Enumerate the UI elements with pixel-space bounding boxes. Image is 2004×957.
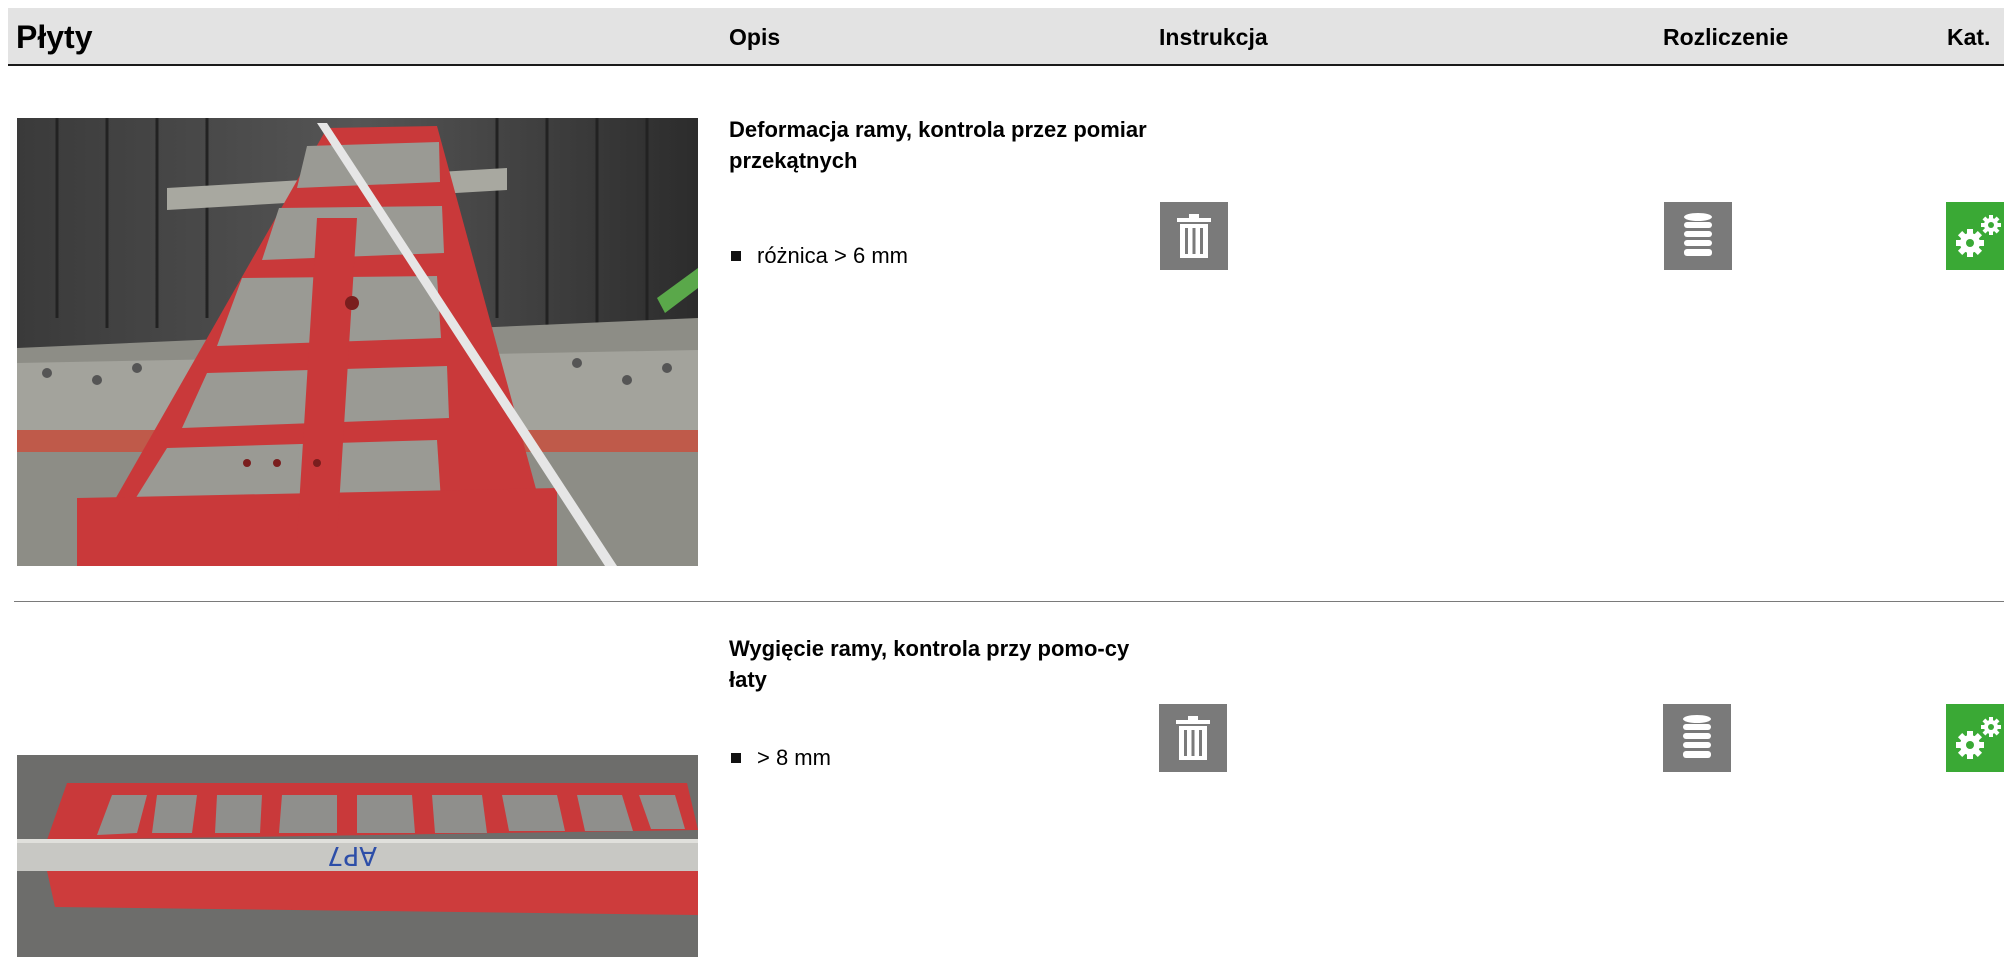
column-header-kat: Kat. (1947, 24, 1991, 50)
instruction-trash-button-2[interactable] (1159, 704, 1227, 772)
category-button-1[interactable] (1946, 202, 2004, 270)
row-2-bullet: > 8 mm (729, 743, 831, 773)
table-header: Płyty Opis Instrukcja Rozliczenie Kat. (8, 8, 2004, 66)
row-separator (14, 601, 2004, 602)
column-header-rozliczenie: Rozliczenie (1663, 24, 1789, 50)
row-2-bullet-text: > 8 mm (757, 745, 831, 770)
svg-text:AP7: AP7 (327, 840, 377, 870)
stack-icon (1683, 715, 1711, 758)
trash-icon (1177, 214, 1211, 258)
bullet-square-icon (731, 251, 741, 261)
row-2-title: Wygięcie ramy, kontrola przy pomo-cy łat… (729, 636, 1130, 692)
section-title: Płyty (16, 19, 93, 55)
gears-icon (1956, 215, 2001, 257)
trash-icon (1176, 716, 1210, 760)
stack-icon (1684, 213, 1712, 256)
billing-button-1[interactable] (1664, 202, 1732, 270)
column-header-instrukcja: Instrukcja (1159, 24, 1268, 50)
frame-deformation-photo (17, 118, 698, 566)
frame-bending-photo: AP7 (17, 755, 698, 957)
row-1-title: Deformacja ramy, kontrola przez pomiar p… (729, 117, 1147, 173)
gears-icon (1956, 717, 2001, 759)
bullet-square-icon (731, 753, 741, 763)
column-header-opis: Opis (729, 24, 781, 50)
category-button-2[interactable] (1946, 704, 2004, 772)
row-1-bullet-text: różnica > 6 mm (757, 243, 908, 268)
instruction-trash-button-1[interactable] (1160, 202, 1228, 270)
billing-button-2[interactable] (1663, 704, 1731, 772)
row-1-bullet: różnica > 6 mm (729, 241, 908, 271)
